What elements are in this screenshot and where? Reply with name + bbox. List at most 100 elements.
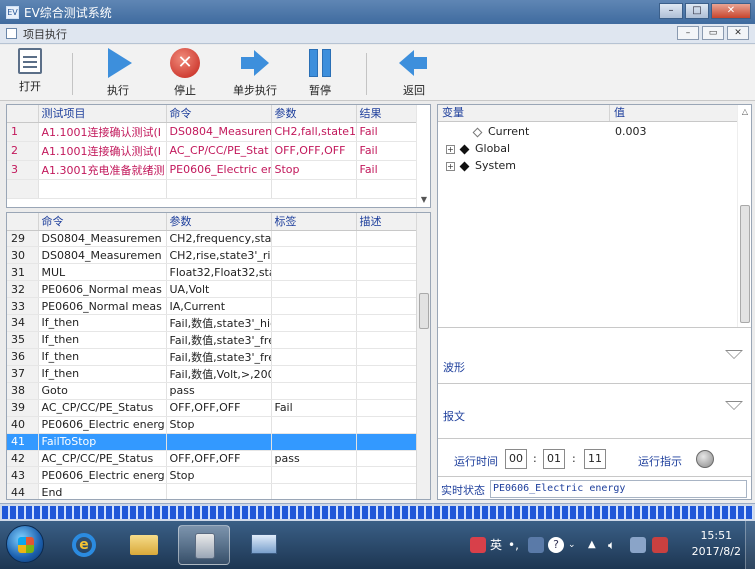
- param-cell: Stop: [166, 416, 272, 434]
- clock[interactable]: 15:51 2017/8/2: [692, 528, 741, 560]
- subwindow-controls: – ▭ ✕: [677, 26, 749, 40]
- tree-item-system[interactable]: + System: [446, 157, 516, 174]
- command-cell: If_then: [38, 314, 167, 332]
- ime-keyboard-icon[interactable]: [528, 537, 544, 553]
- help-icon[interactable]: ?: [548, 537, 564, 553]
- column-header[interactable]: 描述: [356, 213, 419, 231]
- status-label: 实时状态: [441, 484, 485, 497]
- row-number: 3: [7, 160, 39, 180]
- close-button[interactable]: ✕: [711, 3, 751, 19]
- taskbar-ie-button[interactable]: e: [58, 525, 110, 565]
- table-row[interactable]: 31 MUL Float32,Float32,sta: [7, 263, 419, 282]
- open-label: 打开: [19, 80, 41, 93]
- column-header[interactable]: 标签: [271, 213, 357, 231]
- minimize-button[interactable]: –: [659, 3, 683, 19]
- back-button[interactable]: 返回: [384, 48, 444, 98]
- scroll-down-icon[interactable]: ▼: [417, 193, 431, 207]
- volume-icon[interactable]: 🔈︎: [608, 521, 615, 569]
- param-cell: UA,Volt: [166, 280, 272, 299]
- start-button[interactable]: [6, 525, 44, 563]
- divider: [438, 476, 751, 477]
- column-header[interactable]: 变量: [438, 105, 610, 121]
- subwindow-close-button[interactable]: ✕: [727, 26, 749, 40]
- run-indicator-label: 运行指示: [638, 455, 682, 468]
- row-number: 39: [7, 399, 39, 417]
- run-button[interactable]: 执行: [88, 48, 148, 98]
- taskbar-app-button[interactable]: [178, 525, 230, 565]
- variables-scrollbar[interactable]: △: [737, 105, 751, 327]
- command-cell: If_then: [38, 365, 167, 383]
- table-row-selected[interactable]: 41 FailToStop: [7, 433, 419, 451]
- table-row[interactable]: 3 A1.3001充电准备就绪测 PE0606_Electric en Stop…: [7, 160, 419, 180]
- column-header[interactable]: 值: [610, 105, 625, 121]
- open-button[interactable]: 打开: [0, 48, 60, 98]
- tag-cell: Fail: [271, 399, 357, 417]
- run-indicator-light: [696, 450, 714, 468]
- row-number: 31: [7, 263, 39, 282]
- table-row[interactable]: 29 DS0804_Measuremen CH2,frequency,sta: [7, 230, 419, 248]
- runtime-seconds: 11: [584, 449, 606, 469]
- table-row[interactable]: 36 If_then Fail,数值,state3'_fre: [7, 348, 419, 366]
- table-row[interactable]: 38 Goto pass: [7, 382, 419, 400]
- table-row[interactable]: 34 If_then Fail,数值,state3'_hig: [7, 314, 419, 332]
- param-cell: OFF,OFF,OFF: [271, 141, 357, 161]
- group-node-icon: [459, 161, 470, 171]
- steps-scrollbar[interactable]: [416, 213, 430, 499]
- step-button[interactable]: 单步执行: [225, 48, 285, 98]
- command-cell: Goto: [38, 382, 167, 400]
- table-row[interactable]: 37 If_then Fail,数值,Volt,>,200: [7, 365, 419, 383]
- ime-settings-icon[interactable]: ⌄: [568, 521, 576, 569]
- row-number: 33: [7, 297, 39, 315]
- table-row[interactable]: 43 PE0606_Electric energ Stop: [7, 466, 419, 485]
- scroll-thumb[interactable]: [740, 205, 750, 323]
- table-row[interactable]: 32 PE0606_Normal meas UA,Volt: [7, 280, 419, 299]
- network-icon[interactable]: [630, 537, 646, 553]
- show-desktop-button[interactable]: [745, 521, 755, 569]
- test-items-scrollbar[interactable]: ▼: [416, 105, 430, 207]
- scroll-up-icon[interactable]: △: [738, 105, 752, 119]
- maximize-button[interactable]: □: [685, 3, 709, 19]
- subwindow-restore-button[interactable]: ▭: [702, 26, 724, 40]
- ime-punctuation-icon[interactable]: •,: [508, 521, 519, 569]
- tree-item-global[interactable]: + Global: [446, 140, 510, 157]
- param-cell: pass: [166, 382, 272, 400]
- collapse-message-icon[interactable]: [725, 401, 743, 410]
- column-header[interactable]: 测试项目: [38, 105, 167, 123]
- scroll-thumb[interactable]: [419, 293, 429, 329]
- show-hidden-icons-icon[interactable]: ▲: [588, 521, 596, 569]
- table-row[interactable]: 42 AC_CP/CC/PE_Status OFF,OFF,OFF pass: [7, 450, 419, 468]
- table-row[interactable]: 30 DS0804_Measuremen CH2,rise,state3'_ris: [7, 246, 419, 265]
- variables-header: 变量 值: [438, 105, 751, 122]
- run-label: 执行: [107, 84, 129, 97]
- column-header[interactable]: 参数: [271, 105, 357, 123]
- description-cell: [356, 280, 419, 299]
- subwindow-minimize-button[interactable]: –: [677, 26, 699, 40]
- ime-icon[interactable]: [470, 537, 486, 553]
- taskbar-app2-button[interactable]: [238, 525, 290, 565]
- table-row[interactable]: 33 PE0606_Normal meas IA,Current: [7, 297, 419, 315]
- collapse-waveform-icon[interactable]: [725, 350, 743, 359]
- variable-node-icon: [472, 127, 483, 137]
- stop-button[interactable]: ✕ 停止: [155, 48, 215, 98]
- app-icon: [195, 533, 215, 559]
- table-row[interactable]: 44 End: [7, 483, 419, 499]
- ime-language[interactable]: 英: [490, 521, 502, 569]
- table-row[interactable]: 40 PE0606_Electric energ Stop: [7, 416, 419, 434]
- action-center-icon[interactable]: [652, 537, 668, 553]
- table-row[interactable]: 35 If_then Fail,数值,state3'_fre: [7, 331, 419, 349]
- tree-item-current[interactable]: Current: [472, 123, 529, 140]
- column-header[interactable]: 参数: [166, 213, 272, 231]
- table-row[interactable]: 1 A1.1001连接确认测试(Ⅰ DS0804_Measuremen CH2,…: [7, 122, 419, 142]
- column-header[interactable]: 命令: [166, 105, 272, 123]
- command-cell: AC_CP/CC/PE_Stat: [166, 141, 272, 161]
- divider: [438, 383, 751, 384]
- time-colon: :: [572, 452, 576, 465]
- column-header[interactable]: 结果: [356, 105, 419, 123]
- pause-button[interactable]: 暂停: [290, 48, 350, 98]
- taskbar-explorer-button[interactable]: [118, 525, 170, 565]
- column-header[interactable]: 命令: [38, 213, 167, 231]
- expand-icon[interactable]: +: [446, 161, 455, 171]
- table-row[interactable]: 2 A1.1001连接确认测试(Ⅰ AC_CP/CC/PE_Stat OFF,O…: [7, 141, 419, 161]
- table-row[interactable]: 39 AC_CP/CC/PE_Status OFF,OFF,OFF Fail: [7, 399, 419, 417]
- expand-icon[interactable]: +: [446, 144, 455, 154]
